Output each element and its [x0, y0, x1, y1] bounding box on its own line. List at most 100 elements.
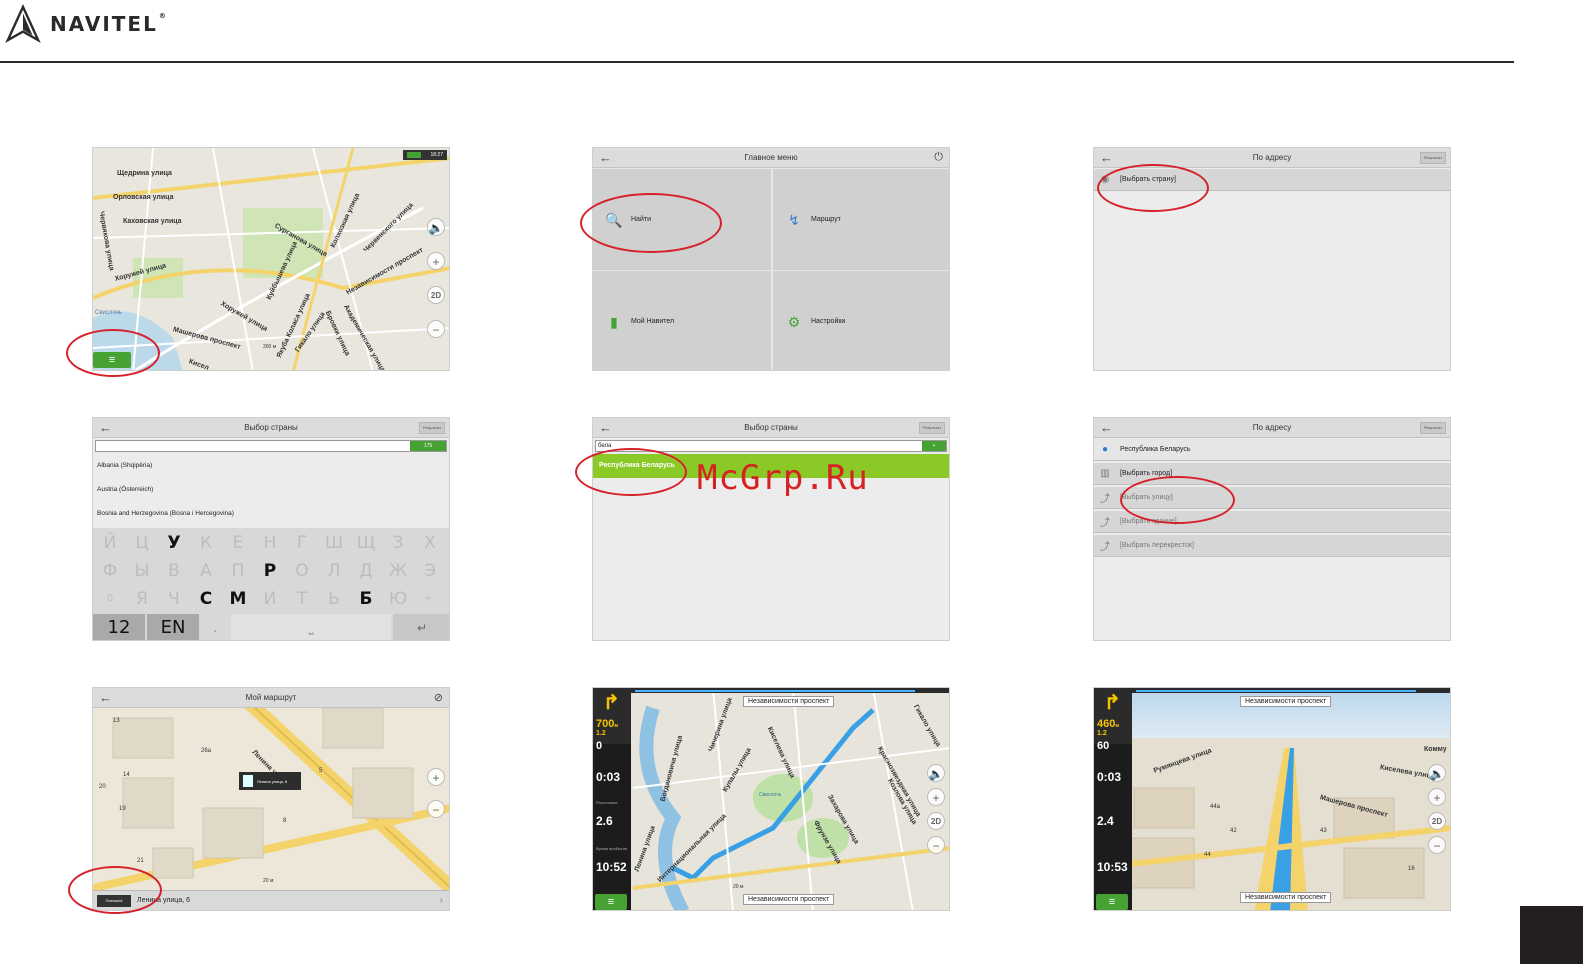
title-bar: ← По адресу Результат	[1094, 418, 1450, 438]
menu-item-route[interactable]: ↯ Маршрут	[773, 169, 949, 270]
building-number: 44	[1204, 852, 1211, 858]
building-number: 13	[113, 718, 120, 724]
volume-icon[interactable]: 🔈	[927, 764, 945, 782]
zoom-in-button[interactable]: +	[427, 252, 445, 270]
country-item[interactable]: Bosnia and Herzegovina (Bosna i Hercegov…	[97, 510, 234, 517]
key[interactable]: Б	[351, 586, 381, 612]
arrival-time: 10:52	[596, 860, 627, 874]
result-counter: 175	[410, 441, 446, 451]
key[interactable]: Д	[351, 558, 381, 584]
menu-item-my-navitel[interactable]: ▮ Мой Навител	[593, 271, 771, 370]
key[interactable]: Й	[95, 530, 125, 556]
country-row[interactable]: ● Республика Беларусь	[1094, 439, 1450, 461]
result-button[interactable]: Результат	[1420, 152, 1446, 164]
screenshot-navigation-3d: Румянцева улица Киселева улица Машерова …	[1093, 687, 1451, 911]
clock: 18:27	[430, 152, 443, 158]
map-canvas	[1094, 688, 1450, 910]
crossroad-row[interactable]: ⤴ [Выбрать перекресток]	[1094, 535, 1450, 557]
view-2d-button[interactable]: 2D	[927, 812, 945, 830]
numbers-key[interactable]: 12	[93, 614, 145, 640]
menu-item-settings[interactable]: ⚙ Настройки	[773, 271, 949, 370]
key[interactable]: Я	[127, 586, 157, 612]
navitel-store-icon: ▮	[610, 313, 618, 330]
current-speed: 60	[1097, 740, 1110, 752]
view-2d-button[interactable]: 2D	[427, 286, 445, 304]
key[interactable]: Ф	[95, 558, 125, 584]
screenshot-navigation-2d: Богдановича улица Чичерина улица Купалы …	[592, 687, 950, 911]
language-key[interactable]: EN	[147, 614, 199, 640]
brand-name: NAVITEL®	[50, 12, 168, 36]
zoom-in-button[interactable]: +	[1428, 788, 1446, 806]
key[interactable]: Ю	[383, 586, 413, 612]
location-popup[interactable]: Ленина улица, 6	[239, 772, 301, 790]
highlight-ring	[580, 193, 722, 253]
view-2d-button[interactable]: 2D	[1428, 812, 1446, 830]
pin-icon	[243, 775, 253, 787]
key[interactable]: В	[159, 558, 189, 584]
current-street-label: Независимости проспект	[1240, 892, 1332, 903]
zoom-in-button[interactable]: +	[427, 768, 445, 786]
search-input[interactable]: 175	[95, 440, 447, 452]
river-label: Свислочь	[95, 310, 122, 316]
key[interactable]: И	[255, 586, 285, 612]
chevron-right-icon[interactable]: ›	[440, 895, 443, 906]
key[interactable]: Ц	[127, 530, 157, 556]
key[interactable]: Ь	[319, 586, 349, 612]
key[interactable]: Щ	[351, 530, 381, 556]
title-bar: ← Выбор страны Результат	[93, 418, 449, 438]
key[interactable]: 0	[95, 586, 125, 612]
menu-button[interactable]: ≡	[595, 894, 627, 910]
key[interactable]: Е	[223, 530, 253, 556]
key[interactable]: М	[223, 586, 253, 612]
country-item[interactable]: Austria (Österreich)	[97, 486, 153, 493]
key[interactable]: З	[383, 530, 413, 556]
key[interactable]: Ш	[319, 530, 349, 556]
key[interactable]: Н	[255, 530, 285, 556]
country-item[interactable]: Albania (Shqipëria)	[97, 462, 152, 469]
route-progress-bar	[631, 688, 949, 693]
power-icon[interactable]: ⏻	[934, 151, 943, 164]
building-number: 14	[123, 772, 130, 778]
route-progress-bar	[1132, 688, 1450, 693]
zoom-out-button[interactable]: −	[927, 836, 945, 854]
building-number: 20	[99, 784, 106, 790]
zoom-out-button[interactable]: −	[427, 320, 445, 338]
menu-button[interactable]: ≡	[1096, 894, 1128, 910]
key[interactable]: А	[191, 558, 221, 584]
menu-item-label: Настройки	[811, 318, 846, 325]
onscreen-keyboard: Й Ц У К Е Н Г Ш Щ З Х Ф Ы В А П Р О Л Д …	[93, 528, 449, 640]
key[interactable]: У	[159, 530, 189, 556]
key[interactable]: Ж	[383, 558, 413, 584]
zoom-out-button[interactable]: −	[1428, 836, 1446, 854]
key[interactable]: Г	[287, 530, 317, 556]
dot-key[interactable]: .	[201, 614, 229, 640]
key[interactable]: Ы	[127, 558, 157, 584]
key[interactable]: Э	[415, 558, 445, 584]
nav-info-panel: ↱ 460м 1.2 60 0:03 2.4 10:53 ≡	[1094, 688, 1132, 910]
zoom-in-button[interactable]: +	[927, 788, 945, 806]
enter-key[interactable]: ↵	[393, 614, 449, 640]
key[interactable]: Р	[255, 558, 285, 584]
volume-icon[interactable]: 🔈	[427, 218, 445, 236]
result-button[interactable]: Результат	[1420, 422, 1446, 434]
battery-icon	[407, 151, 421, 158]
key[interactable]: Ч	[159, 586, 189, 612]
menu-item-label: Мой Навител	[631, 318, 675, 325]
result-button[interactable]: Результат	[919, 422, 945, 434]
volume-icon[interactable]: 🔈	[1428, 764, 1446, 782]
key[interactable]: Л	[319, 558, 349, 584]
key[interactable]: Х	[415, 530, 445, 556]
zoom-out-button[interactable]: −	[427, 800, 445, 818]
backspace-key[interactable]: ←	[415, 586, 445, 612]
route-options-icon[interactable]: ⊘	[434, 691, 443, 704]
key[interactable]: К	[191, 530, 221, 556]
key[interactable]: Т	[287, 586, 317, 612]
space-key[interactable]: ⎵	[231, 614, 391, 640]
key[interactable]: О	[287, 558, 317, 584]
current-street-label: Независимости проспект	[743, 894, 835, 905]
navitel-logo: NAVITEL®	[4, 4, 168, 44]
highlight-ring	[68, 866, 162, 914]
key[interactable]: П	[223, 558, 253, 584]
key[interactable]: С	[191, 586, 221, 612]
result-button[interactable]: Результат	[419, 422, 445, 434]
